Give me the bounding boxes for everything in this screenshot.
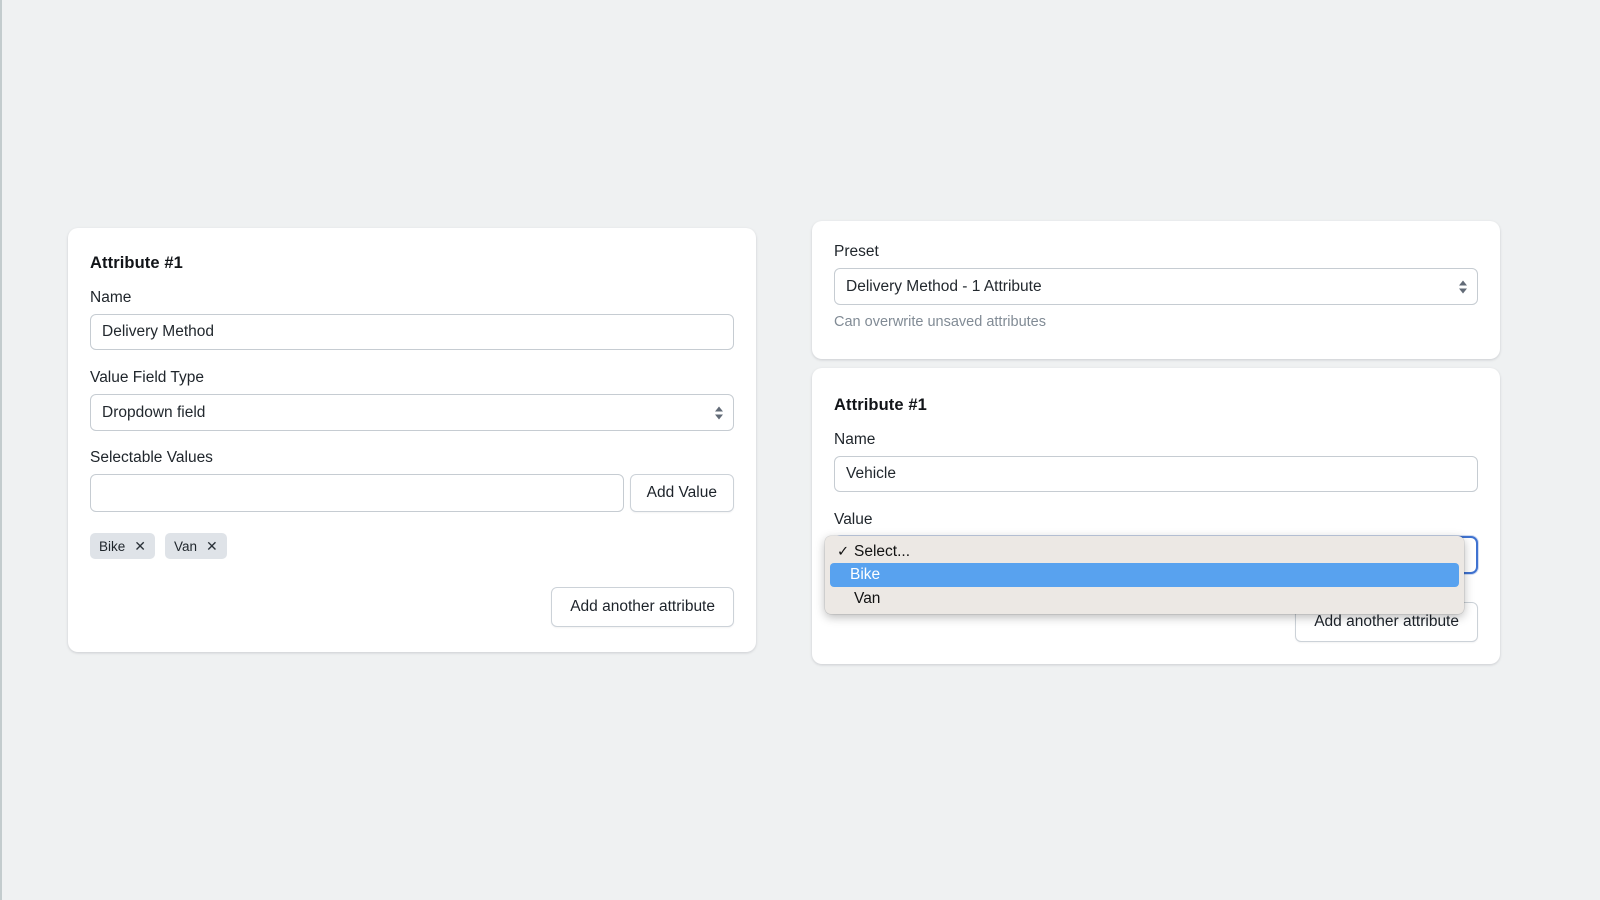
value-field-type-select-value: Dropdown field bbox=[90, 394, 734, 431]
list-item[interactable]: Van ✕ bbox=[165, 533, 227, 559]
preset-label: Preset bbox=[834, 243, 879, 260]
add-another-attribute-button[interactable]: Add another attribute bbox=[551, 587, 734, 627]
menu-item-label: Bike bbox=[850, 566, 881, 583]
list-item[interactable]: Bike ✕ bbox=[90, 533, 155, 559]
preset-select[interactable]: Delivery Method - 1 Attribute bbox=[834, 268, 1478, 305]
selectable-values-tag-list: Bike ✕ Van ✕ bbox=[90, 533, 734, 559]
preview-value-label: Value bbox=[834, 511, 873, 528]
value-field-type-label: Value Field Type bbox=[90, 369, 205, 386]
tag-label: Bike bbox=[99, 538, 126, 554]
value-field-type-select[interactable]: Dropdown field bbox=[90, 394, 734, 431]
menu-item-van[interactable]: Van bbox=[825, 587, 1464, 610]
preview-attribute-card: Attribute #1 Name Value Add another attr… bbox=[812, 368, 1500, 664]
close-icon[interactable]: ✕ bbox=[134, 539, 146, 553]
preset-hint: Can overwrite unsaved attributes bbox=[834, 314, 1046, 330]
menu-item-label: Select... bbox=[854, 542, 910, 560]
preset-card: Preset Delivery Method - 1 Attribute Can… bbox=[812, 221, 1500, 359]
menu-item-label: Van bbox=[854, 589, 881, 607]
new-value-input[interactable] bbox=[90, 474, 624, 512]
value-dropdown-menu[interactable]: ✓ Select... Bike Van bbox=[825, 536, 1464, 614]
menu-item-select[interactable]: ✓ Select... bbox=[825, 540, 1464, 563]
tag-label: Van bbox=[174, 538, 198, 554]
menu-item-bike[interactable]: Bike bbox=[830, 563, 1459, 587]
attribute-editor-card: Attribute #1 Name Value Field Type Dropd… bbox=[68, 228, 756, 652]
preview-card-title: Attribute #1 bbox=[834, 396, 927, 414]
preview-attribute-name-input[interactable] bbox=[834, 456, 1478, 492]
close-icon[interactable]: ✕ bbox=[206, 539, 218, 553]
check-icon: ✓ bbox=[837, 543, 850, 560]
add-value-row: Add Value bbox=[90, 474, 734, 512]
name-label: Name bbox=[90, 289, 132, 306]
attribute-name-input[interactable] bbox=[90, 314, 734, 350]
page-title: Attribute #1 bbox=[90, 254, 183, 272]
preset-select-value: Delivery Method - 1 Attribute bbox=[834, 268, 1478, 305]
selectable-values-label: Selectable Values bbox=[90, 449, 213, 466]
preview-name-label: Name bbox=[834, 431, 876, 448]
add-value-button[interactable]: Add Value bbox=[629, 474, 734, 512]
left-card-actions: Add another attribute bbox=[90, 587, 734, 627]
